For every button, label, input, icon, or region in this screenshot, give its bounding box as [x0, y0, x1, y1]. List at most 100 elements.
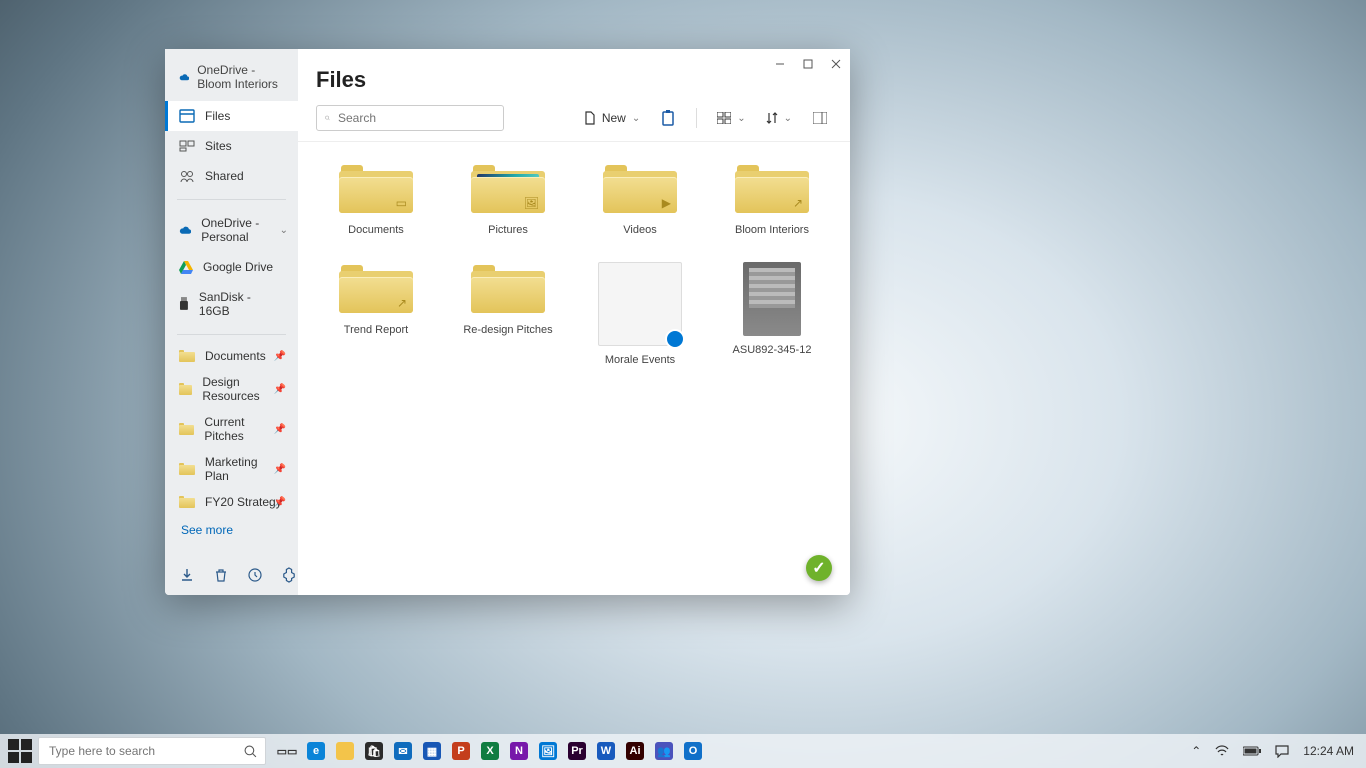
network-icon[interactable]	[1215, 745, 1229, 757]
sidebar-item-label: Sites	[205, 139, 232, 153]
toolbar: New ⌄ ⌄ ⌄	[298, 101, 850, 142]
main-pane: Files New ⌄	[298, 49, 850, 595]
explorer-icon	[336, 742, 354, 760]
taskbar-app-outlook[interactable]: O	[680, 738, 706, 764]
folder-tile[interactable]: ↗ Trend Report	[316, 262, 436, 366]
history-icon[interactable]	[247, 567, 263, 583]
search-input[interactable]	[316, 105, 504, 131]
taskbar-app-excel[interactable]: X	[477, 738, 503, 764]
tray-chevron-icon[interactable]: ⌃	[1191, 744, 1201, 758]
sidebar: OneDrive - Bloom Interiors Files Sites S…	[165, 49, 298, 595]
tile-label: Bloom Interiors	[735, 224, 809, 236]
photos-icon: 🖼	[539, 742, 557, 760]
premiere-icon: Pr	[568, 742, 586, 760]
new-button-label: New	[602, 111, 626, 125]
folder-icon	[179, 423, 194, 435]
sidebar-item-label: Files	[205, 109, 230, 123]
taskbar-app-onenote[interactable]: N	[506, 738, 532, 764]
minimize-button[interactable]	[766, 49, 794, 79]
clock[interactable]: 12:24 AM	[1303, 744, 1354, 758]
search-field[interactable]	[336, 110, 495, 126]
taskbar-app-illustrator[interactable]: Ai	[622, 738, 648, 764]
sidebar-header[interactable]: OneDrive - Bloom Interiors	[165, 49, 298, 101]
taskbar-app-photos[interactable]: 🖼	[535, 738, 561, 764]
taskbar-app-powerpoint[interactable]: P	[448, 738, 474, 764]
maximize-button[interactable]	[794, 49, 822, 79]
sort-icon	[766, 111, 778, 125]
sidebar-item-shared[interactable]: Shared	[165, 161, 298, 191]
battery-icon[interactable]	[1243, 746, 1261, 756]
account-label: SanDisk - 16GB	[199, 290, 284, 318]
taskbar-app-word[interactable]: W	[593, 738, 619, 764]
file-tile[interactable]: Morale Events	[580, 262, 700, 366]
folder-icon: ↗	[735, 165, 809, 213]
account-label: Google Drive	[203, 260, 273, 274]
folder-tile[interactable]: ▭ Documents	[316, 162, 436, 236]
taskbar-app-edge[interactable]: e	[303, 738, 329, 764]
file-tile[interactable]: ASU892-345-12	[712, 262, 832, 366]
pinned-folder-current-pitches[interactable]: Current Pitches 📌	[165, 409, 298, 449]
start-button[interactable]	[6, 737, 34, 765]
action-center-icon[interactable]	[1275, 745, 1289, 758]
folder-icon: ↗	[339, 265, 413, 313]
account-google-drive[interactable]: Google Drive	[165, 252, 298, 282]
account-sandisk-usb[interactable]: SanDisk - 16GB	[165, 282, 298, 326]
shared-icon	[179, 169, 195, 183]
folder-icon: 🖼	[471, 165, 545, 213]
see-more-link[interactable]: See more	[165, 515, 298, 545]
pinned-folder-fy20-strategy[interactable]: FY20 Strategy 📌	[165, 489, 298, 515]
details-icon	[813, 112, 827, 124]
taskbar-app-mail[interactable]: ✉	[390, 738, 416, 764]
taskbar-app-teams[interactable]: 👥	[651, 738, 677, 764]
tile-label: Pictures	[488, 224, 528, 236]
sidebar-footer	[165, 555, 298, 595]
pinned-folder-design-resources[interactable]: Design Resources 📌	[165, 369, 298, 409]
folder-icon	[179, 463, 195, 475]
pin-icon: 📌	[274, 497, 286, 508]
taskbar-app-premiere[interactable]: Pr	[564, 738, 590, 764]
pinned-folder-label: Design Resources	[202, 375, 284, 403]
folder-tile[interactable]: 🖼 Pictures	[448, 162, 568, 236]
pinned-folder-label: Marketing Plan	[205, 455, 284, 483]
pinned-folder-label: Current Pitches	[204, 415, 284, 443]
image-thumbnail-icon	[743, 262, 801, 336]
file-explorer-window: OneDrive - Bloom Interiors Files Sites S…	[165, 49, 850, 595]
taskbar-search[interactable]	[38, 737, 266, 765]
paste-button[interactable]	[656, 106, 680, 130]
taskbar-app-calendar[interactable]: ▦	[419, 738, 445, 764]
sort-button[interactable]: ⌄	[762, 107, 796, 129]
folder-icon	[179, 350, 195, 362]
account-onedrive-personal[interactable]: OneDrive - Personal ⌄	[165, 208, 298, 252]
pinned-folder-documents[interactable]: Documents 📌	[165, 343, 298, 369]
taskbar-app-store[interactable]: 🛍	[361, 738, 387, 764]
taskbar-search-input[interactable]	[47, 743, 238, 759]
folder-tile[interactable]: ↗ Bloom Interiors	[712, 162, 832, 236]
tile-label: ASU892-345-12	[733, 344, 812, 356]
pinned-folder-label: Documents	[205, 349, 266, 363]
close-button[interactable]	[822, 49, 850, 79]
folder-tile[interactable]: ▶ Videos	[580, 162, 700, 236]
new-button[interactable]: New ⌄	[580, 107, 644, 129]
search-icon	[325, 112, 330, 124]
sidebar-item-label: Shared	[205, 169, 244, 183]
sync-status-fab[interactable]: ✓	[806, 555, 832, 581]
taskbar: ▭▭ e 🛍✉▦PXN 🖼 Pr WAi👥 O ⌃ 12:24 AM	[0, 734, 1366, 768]
pinned-folder-marketing-plan[interactable]: Marketing Plan 📌	[165, 449, 298, 489]
sidebar-item-sites[interactable]: Sites	[165, 131, 298, 161]
view-button[interactable]: ⌄	[713, 108, 749, 128]
tile-label: Re-design Pitches	[463, 324, 552, 336]
recycle-bin-icon[interactable]	[213, 567, 229, 583]
outlook-icon: O	[684, 742, 702, 760]
details-pane-button[interactable]	[808, 106, 832, 130]
gdrive-icon	[179, 261, 193, 274]
search-icon[interactable]	[244, 745, 257, 758]
download-icon[interactable]	[179, 567, 195, 583]
folder-tile[interactable]: Re-design Pitches	[448, 262, 568, 366]
tile-label: Trend Report	[344, 324, 408, 336]
taskbar-app-explorer[interactable]	[332, 738, 358, 764]
taskbar-app-task-view[interactable]: ▭▭	[274, 738, 300, 764]
task-view-icon: ▭▭	[278, 742, 296, 760]
settings-icon[interactable]	[281, 567, 297, 583]
desktop: OneDrive - Bloom Interiors Files Sites S…	[0, 0, 1366, 768]
sidebar-item-files[interactable]: Files	[165, 101, 298, 131]
